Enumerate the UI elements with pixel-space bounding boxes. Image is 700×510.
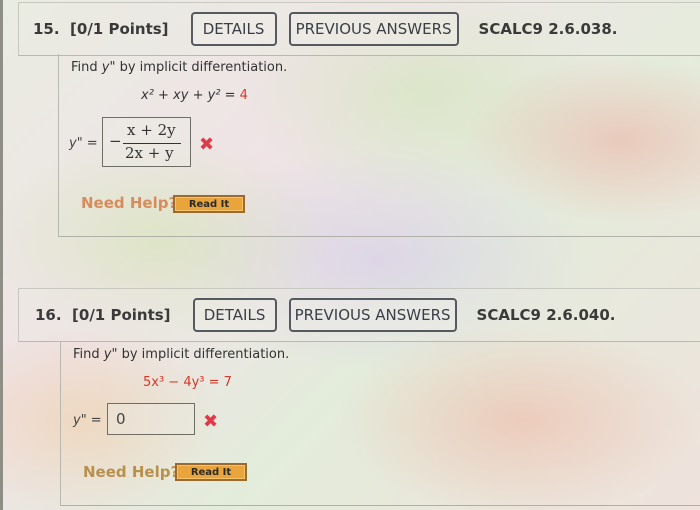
question-16-header: 16. [0/1 Points] DETAILS PREVIOUS ANSWER… xyxy=(18,288,700,342)
incorrect-x-icon: ✖ xyxy=(199,134,215,155)
window-edge xyxy=(0,0,3,510)
question-15-body: Find y" by implicit differentiation. x² … xyxy=(58,54,700,237)
points-label: [0/1 Points] xyxy=(70,20,169,38)
need-help-label: Need Help? xyxy=(83,463,180,481)
incorrect-x-icon: ✖ xyxy=(203,411,219,432)
answer-numerator: x + 2y xyxy=(127,121,176,139)
question-15-points: 15. [0/1 Points] xyxy=(33,20,169,38)
question-prompt: Find y" by implicit differentiation. xyxy=(73,347,289,362)
read-it-button[interactable]: Read It xyxy=(173,195,245,213)
previous-answers-button[interactable]: PREVIOUS ANSWERS xyxy=(288,12,459,46)
answer-sign: − xyxy=(109,132,122,150)
question-15-header: 15. [0/1 Points] DETAILS PREVIOUS ANSWER… xyxy=(18,2,700,56)
equation-lhs: x² + xy + y² = xyxy=(141,88,240,103)
answer-field[interactable]: 0 xyxy=(107,403,195,435)
question-reference: SCALC9 2.6.038. xyxy=(478,20,618,38)
question-16-body: Find y" by implicit differentiation. 5x³… xyxy=(60,341,700,506)
details-button[interactable]: DETAILS xyxy=(192,298,277,332)
answer-label: y" = xyxy=(73,413,102,428)
equation-rhs: 7 xyxy=(223,375,232,390)
prompt-text: Find xyxy=(73,347,104,362)
previous-answers-button[interactable]: PREVIOUS ANSWERS xyxy=(288,298,457,332)
prompt-variable: y" xyxy=(103,347,118,362)
equation-lhs: 5x³ − 4y³ = xyxy=(143,375,224,390)
given-equation[interactable]: 5x³ − 4y³ = 7 xyxy=(143,375,232,390)
question-reference: SCALC9 2.6.040. xyxy=(476,306,616,324)
answer-value: 0 xyxy=(116,410,126,428)
prompt-text: Find xyxy=(71,60,102,75)
read-it-button[interactable]: Read It xyxy=(175,463,247,481)
need-help-label: Need Help? xyxy=(81,194,178,212)
prompt-variable: y" xyxy=(101,60,116,75)
question-16-points: 16. [0/1 Points] xyxy=(35,306,171,324)
question-prompt: Find y" by implicit differentiation. xyxy=(71,60,287,75)
answer-denominator: 2x + y xyxy=(125,144,174,162)
given-equation: x² + xy + y² = 4 xyxy=(141,88,248,103)
answer-label: y" = xyxy=(69,136,98,151)
question-number: 15. xyxy=(33,20,60,38)
answer-field[interactable]: − x + 2y 2x + y xyxy=(102,117,191,167)
prompt-text: by implicit differentiation. xyxy=(117,347,290,362)
prompt-text: by implicit differentiation. xyxy=(115,60,288,75)
question-number: 16. xyxy=(35,306,62,324)
equation-rhs: 4 xyxy=(239,88,248,103)
points-label: [0/1 Points] xyxy=(72,306,171,324)
details-button[interactable]: DETAILS xyxy=(190,12,277,46)
